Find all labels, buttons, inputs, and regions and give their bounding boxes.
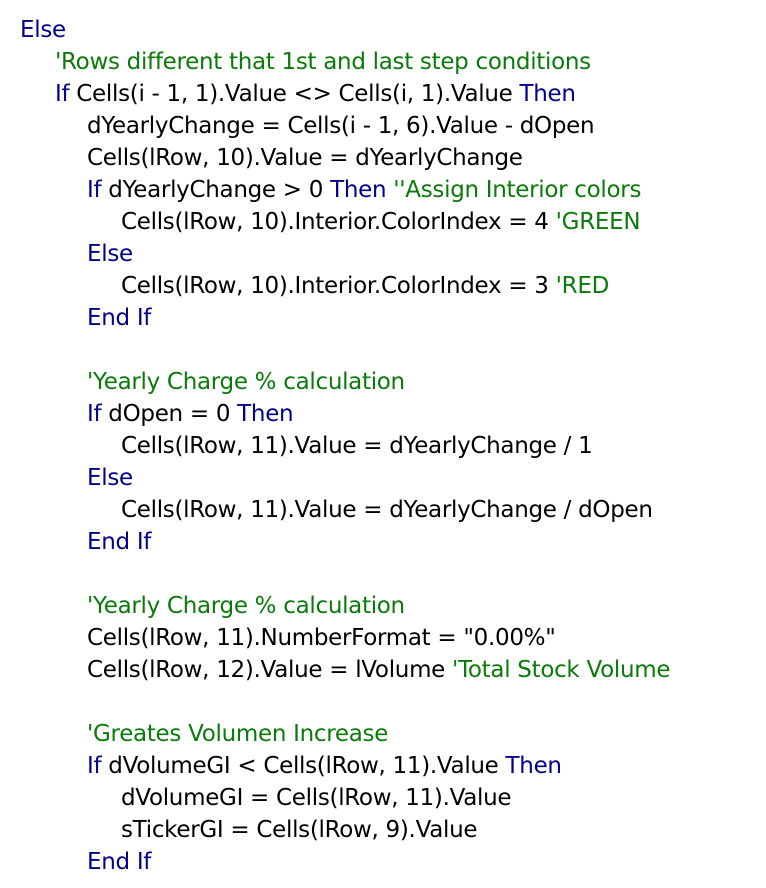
code-comment: 'Greates Volumen Increase (87, 721, 389, 747)
code-editor-view[interactable]: Else 'Rows different that 1st and last st… (20, 14, 766, 878)
code-comment: 'Total Stock Volume (452, 657, 671, 683)
code-line[interactable]: Cells(lRow, 10).Interior.ColorIndex = 3 … (20, 270, 766, 302)
code-line[interactable]: End If (20, 302, 766, 334)
code-comment: 'Yearly Charge % calculation (87, 369, 405, 395)
code-line[interactable]: Cells(lRow, 11).NumberFormat = "0.00%" (20, 622, 766, 654)
code-line[interactable]: Cells(lRow, 10).Value = dYearlyChange (20, 142, 766, 174)
code-keyword: Else (20, 17, 66, 43)
code-line[interactable]: Cells(lRow, 11).Value = dYearlyChange / … (20, 494, 766, 526)
code-text: Cells(lRow, 11).NumberFormat = "0.00%" (87, 625, 556, 651)
code-text: sTickerGI = Cells(lRow, 9).Value (121, 817, 478, 843)
code-comment: 'RED (555, 273, 610, 299)
code-line[interactable]: Cells(lRow, 10).Interior.ColorIndex = 4 … (20, 206, 766, 238)
code-line[interactable]: Else (20, 238, 766, 270)
code-text: dYearlyChange = Cells(i - 1, 6).Value - … (87, 113, 595, 139)
code-line[interactable]: dYearlyChange = Cells(i - 1, 6).Value - … (20, 110, 766, 142)
code-line[interactable]: sTickerGI = Cells(lRow, 9).Value (20, 814, 766, 846)
code-line[interactable]: If dYearlyChange > 0 Then ''Assign Inter… (20, 174, 766, 206)
code-text: Cells(lRow, 10).Interior.ColorIndex = 4 (121, 209, 556, 235)
blank-code-line[interactable] (20, 558, 766, 590)
code-comment: ''Assign Interior colors (393, 177, 642, 203)
code-line[interactable]: Else (20, 14, 766, 46)
code-keyword: Else (87, 465, 133, 491)
code-keyword: If (87, 177, 102, 203)
code-line[interactable]: 'Yearly Charge % calculation (20, 366, 766, 398)
code-line[interactable]: 'Rows different that 1st and last step c… (20, 46, 766, 78)
code-comment: 'GREEN (555, 209, 641, 235)
code-line[interactable]: End If (20, 846, 766, 878)
blank-code-line[interactable] (20, 334, 766, 366)
code-keyword: Else (87, 241, 133, 267)
code-line[interactable]: dVolumeGI = Cells(lRow, 11).Value (20, 782, 766, 814)
code-keyword: End If (87, 305, 152, 331)
code-text: Cells(lRow, 11).Value = dYearlyChange / … (121, 433, 593, 459)
code-keyword: Then (519, 81, 576, 107)
code-text: Cells(i - 1, 1).Value <> Cells(i, 1).Val… (69, 81, 520, 107)
code-line[interactable]: If dOpen = 0 Then (20, 398, 766, 430)
code-line[interactable]: If Cells(i - 1, 1).Value <> Cells(i, 1).… (20, 78, 766, 110)
code-keyword: If (87, 753, 102, 779)
code-text: Cells(lRow, 11).Value = dYearlyChange / … (121, 497, 653, 523)
blank-code-line[interactable] (20, 686, 766, 718)
code-keyword: Then (330, 177, 387, 203)
code-keyword: End If (87, 529, 152, 555)
code-text: dOpen = 0 (101, 401, 238, 427)
code-line[interactable]: 'Yearly Charge % calculation (20, 590, 766, 622)
code-line[interactable]: Cells(lRow, 12).Value = lVolume 'Total S… (20, 654, 766, 686)
code-line[interactable]: End If (20, 526, 766, 558)
code-line[interactable]: Cells(lRow, 11).Value = dYearlyChange / … (20, 430, 766, 462)
code-text: dVolumeGI < Cells(lRow, 11).Value (101, 753, 506, 779)
code-comment: 'Yearly Charge % calculation (87, 593, 405, 619)
code-line[interactable]: If dVolumeGI < Cells(lRow, 11).Value The… (20, 750, 766, 782)
code-keyword: If (87, 401, 102, 427)
code-text: dVolumeGI = Cells(lRow, 11).Value (121, 785, 512, 811)
code-text: Cells(lRow, 10).Value = dYearlyChange (87, 145, 523, 171)
code-keyword: Then (237, 401, 294, 427)
code-keyword: End If (87, 849, 152, 875)
code-text: Cells(lRow, 12).Value = lVolume (87, 657, 453, 683)
code-line[interactable]: Else (20, 462, 766, 494)
code-keyword: Then (505, 753, 562, 779)
code-text: Cells(lRow, 10).Interior.ColorIndex = 3 (121, 273, 556, 299)
code-line[interactable]: 'Greates Volumen Increase (20, 718, 766, 750)
code-keyword: If (55, 81, 70, 107)
code-comment: 'Rows different that 1st and last step c… (55, 49, 591, 75)
code-text: dYearlyChange > 0 (101, 177, 331, 203)
